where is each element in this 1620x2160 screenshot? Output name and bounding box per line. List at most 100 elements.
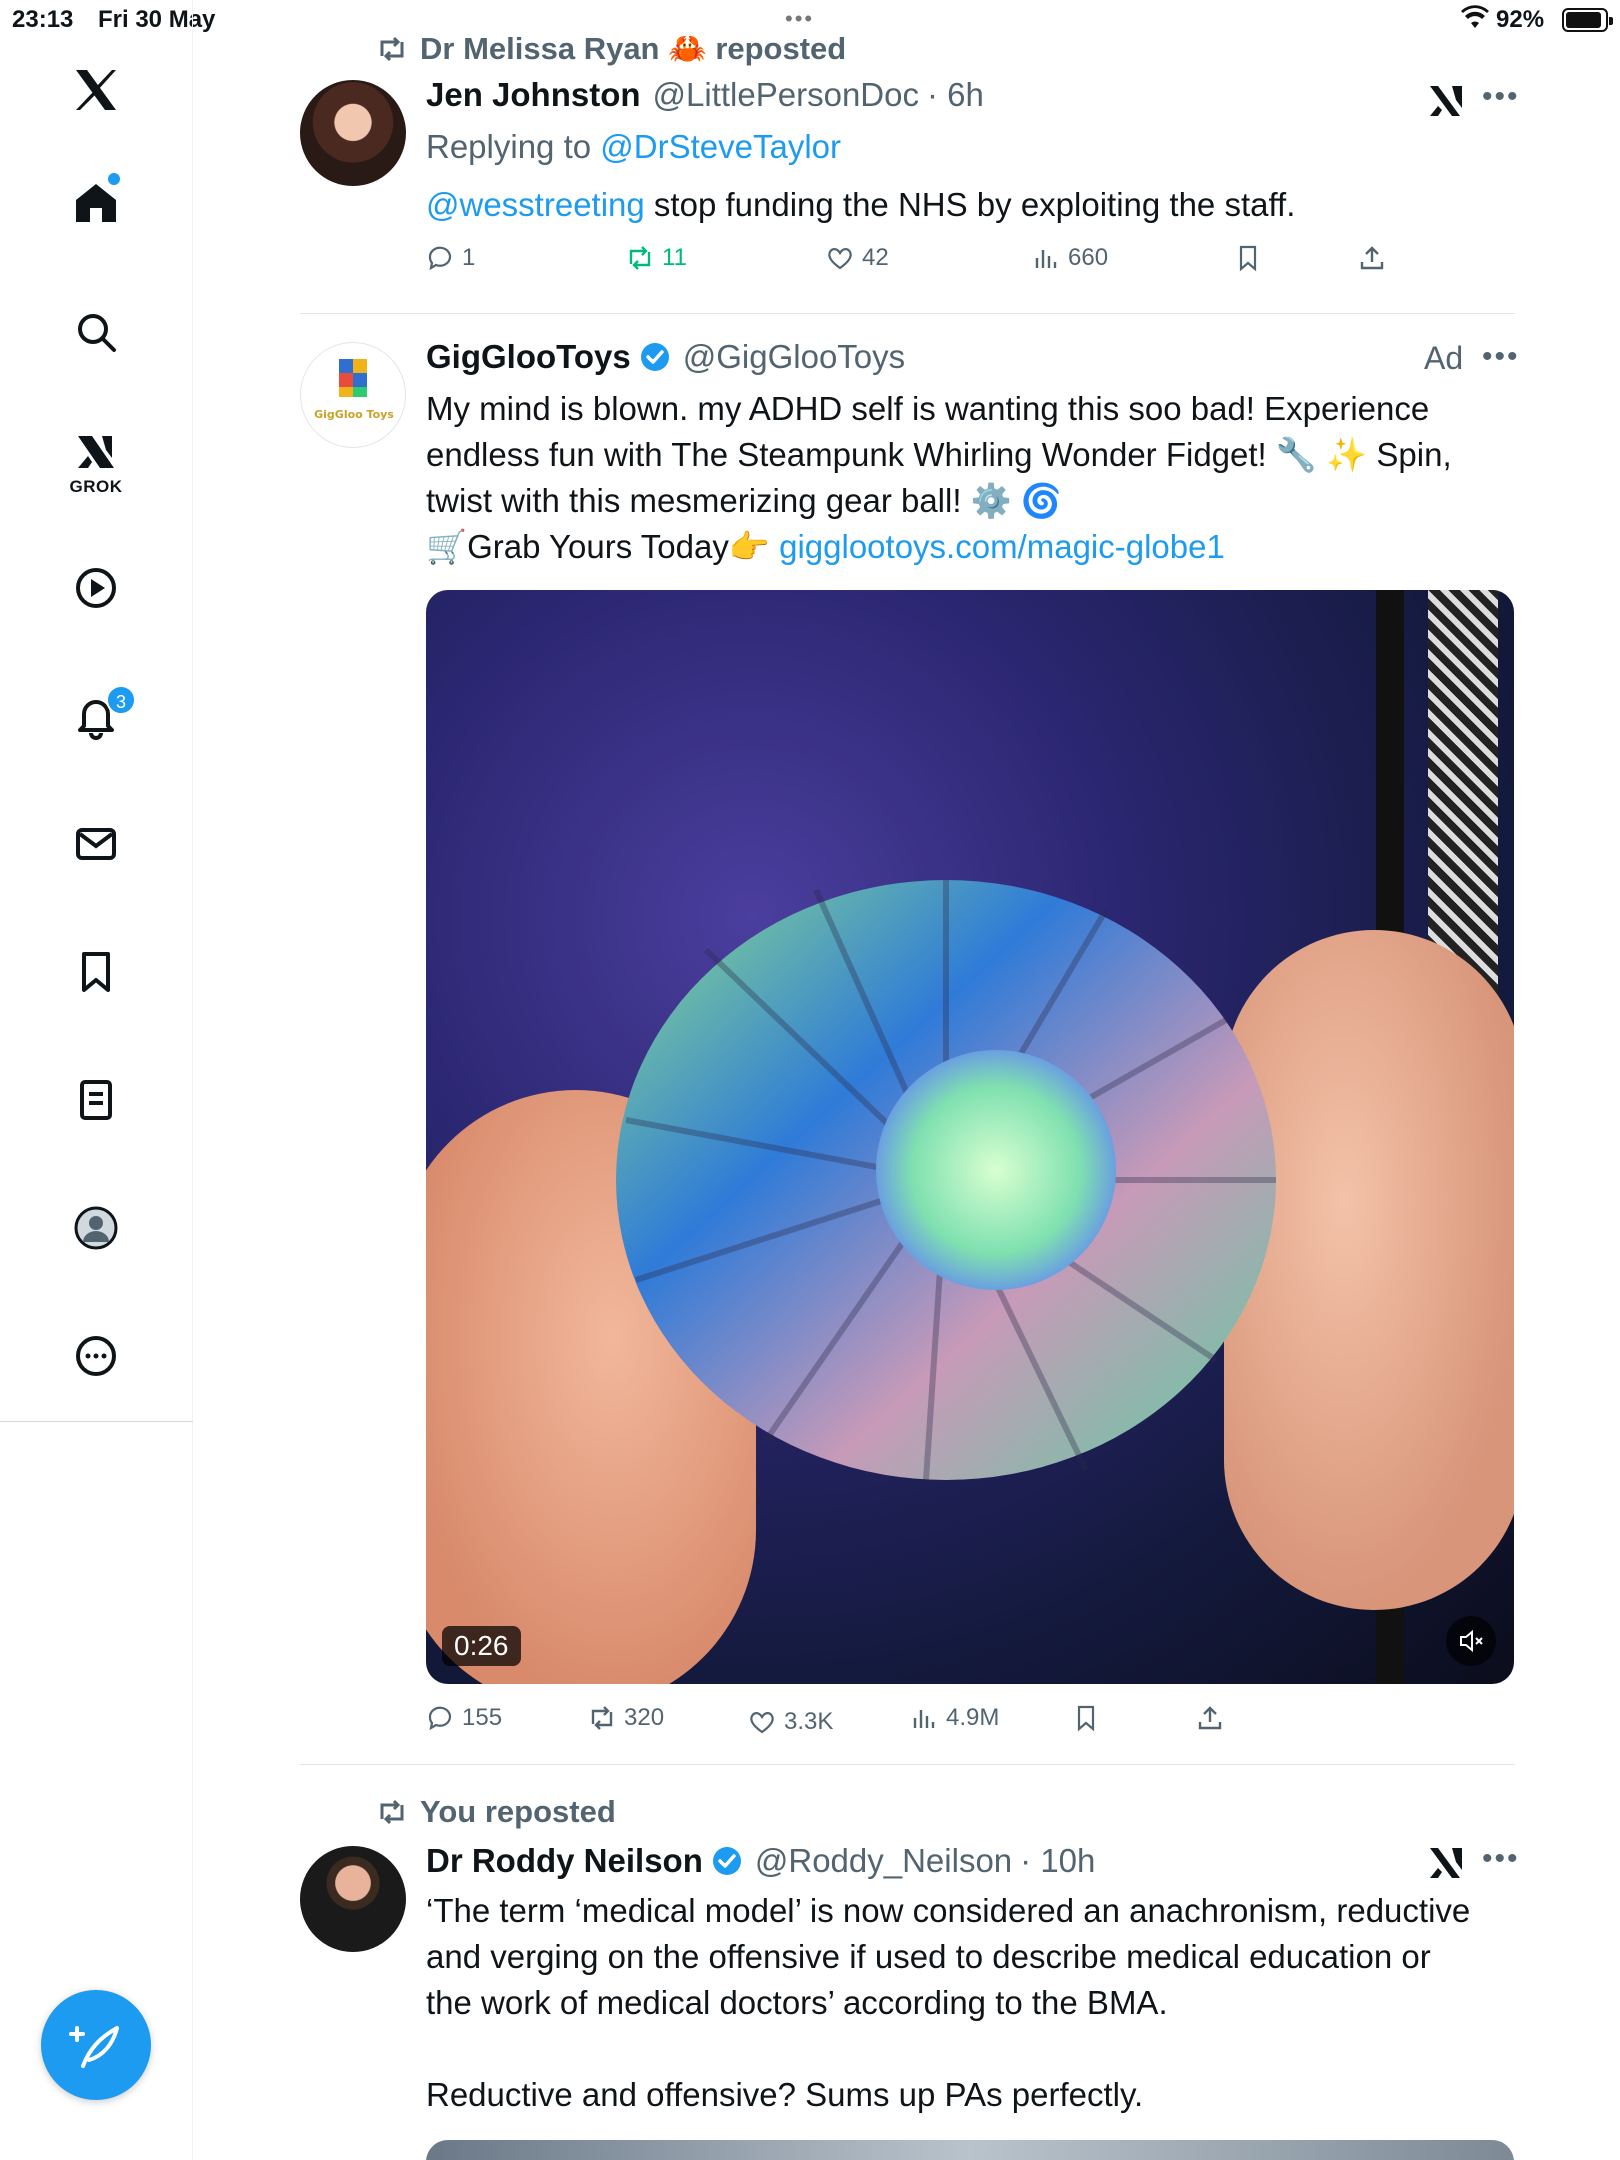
author-handle[interactable]: @Roddy_Neilson xyxy=(755,1842,1012,1880)
author-row: GigGlooToys @GigGlooToys xyxy=(426,338,905,376)
replying-prefix: Replying to xyxy=(426,128,592,165)
like-count: 3.3K xyxy=(784,1708,834,1735)
like-count: 42 xyxy=(862,244,889,271)
multitasking-dots-icon[interactable]: ••• xyxy=(785,6,814,32)
reply-count: 1 xyxy=(462,244,476,271)
repost-button[interactable]: 11 xyxy=(626,244,687,272)
x-logo-icon[interactable] xyxy=(64,58,128,122)
action-bar: 1 11 42 660 xyxy=(426,244,1426,284)
tweet-line: ‘The term ‘medical model’ is now conside… xyxy=(426,1892,1471,1929)
search-icon[interactable] xyxy=(64,300,128,364)
share-button[interactable] xyxy=(1196,1704,1224,1732)
tweet-line: Reductive and offensive? Sums up PAs per… xyxy=(426,2076,1144,2113)
more-options-icon[interactable]: ••• xyxy=(1482,80,1520,114)
video-icon[interactable] xyxy=(64,556,128,620)
repost-by-text: Dr Melissa Ryan 🦀 reposted xyxy=(420,31,847,66)
repost-by-text: You reposted xyxy=(420,1794,616,1829)
tweet-line: My mind is blown. my ADHD self is wantin… xyxy=(426,390,1430,427)
views-button[interactable]: 660 xyxy=(1032,244,1108,272)
home-unread-dot xyxy=(108,173,120,185)
tweet-text: @wesstreeting stop funding the NHS by ex… xyxy=(426,182,1295,228)
views-button[interactable]: 4.9M xyxy=(910,1704,999,1732)
post-time: · 10h xyxy=(1020,1842,1096,1879)
bookmark-button[interactable] xyxy=(1234,244,1262,272)
profile-icon[interactable] xyxy=(64,1196,128,1260)
sidebar-separator xyxy=(0,1421,193,1422)
bookmarks-icon[interactable] xyxy=(64,940,128,1004)
tweet-text: My mind is blown. my ADHD self is wantin… xyxy=(426,386,1516,570)
view-count: 660 xyxy=(1068,244,1109,271)
author-name[interactable]: Dr Roddy Neilson xyxy=(426,1842,703,1880)
wifi-icon xyxy=(1460,4,1490,37)
cta-text: 🛒Grab Yours Today👉 xyxy=(426,528,780,565)
author-row: Jen Johnston @LittlePersonDoc · 6h xyxy=(426,76,984,114)
messages-icon[interactable] xyxy=(64,812,128,876)
share-icon xyxy=(1198,1706,1222,1730)
mention-link[interactable]: @wesstreeting xyxy=(426,186,645,223)
lists-icon[interactable] xyxy=(64,1068,128,1132)
like-button[interactable]: 42 xyxy=(826,244,889,272)
author-handle[interactable]: @LittlePersonDoc xyxy=(653,76,919,114)
compose-post-button[interactable] xyxy=(41,1990,151,2100)
repost-header: Dr Melissa Ryan 🦀 reposted xyxy=(376,30,846,67)
tweet-line-cta: 🛒Grab Yours Today👉 gigglootoys.com/magic… xyxy=(426,524,1516,570)
avatar[interactable]: GigGloo Toys xyxy=(300,342,406,448)
repost-small-icon xyxy=(380,1799,404,1825)
tweet-divider xyxy=(300,313,1515,314)
reply-count: 155 xyxy=(462,1704,503,1731)
sidebar: GROK 3 xyxy=(0,0,193,2160)
author-row: Dr Roddy Neilson @Roddy_Neilson · 10h xyxy=(426,1842,1095,1880)
heart-icon xyxy=(750,1712,774,1734)
heart-icon xyxy=(828,248,852,270)
notification-badge: 3 xyxy=(106,685,136,715)
video-player[interactable]: 0:26 xyxy=(426,590,1514,1684)
repost-header: You reposted xyxy=(376,1794,616,1830)
video-duration: 0:26 xyxy=(442,1626,521,1666)
share-icon xyxy=(1360,246,1384,270)
repost-count: 320 xyxy=(624,1704,665,1731)
tweet-divider xyxy=(300,1764,1515,1765)
replying-to-handle[interactable]: @DrSteveTaylor xyxy=(600,128,841,165)
repost-icon xyxy=(591,1706,613,1730)
svg-text:GigGloo Toys: GigGloo Toys xyxy=(314,408,394,421)
action-bar: 155 320 3.3K 4.9M xyxy=(426,1704,1426,1744)
bookmark-icon xyxy=(1239,245,1257,272)
reply-icon xyxy=(428,246,452,271)
like-button[interactable]: 3.3K xyxy=(748,1708,833,1736)
gear-ball-image xyxy=(616,880,1276,1481)
mute-button[interactable] xyxy=(1446,1616,1496,1666)
views-icon xyxy=(913,1710,935,1728)
reply-button[interactable]: 155 xyxy=(426,1704,502,1732)
tweet-body: stop funding the NHS by exploiting the s… xyxy=(644,186,1296,223)
grok-explain-icon[interactable] xyxy=(1428,1846,1466,1880)
view-count: 4.9M xyxy=(946,1704,1000,1731)
more-icon[interactable] xyxy=(64,1324,128,1388)
grok-icon[interactable] xyxy=(64,420,128,484)
tweet-line: twist with this mesmerizing gear ball! ⚙… xyxy=(426,482,1063,519)
speaker-muted-icon xyxy=(1460,1629,1483,1653)
gigglootoys-logo-icon: GigGloo Toys xyxy=(314,359,394,421)
more-options-icon[interactable]: ••• xyxy=(1482,1842,1520,1876)
media-preview[interactable] xyxy=(426,2140,1514,2160)
grok-explain-icon[interactable] xyxy=(1428,84,1466,118)
author-name[interactable]: GigGlooToys xyxy=(426,338,631,376)
tweet-line: endless fun with The Steampunk Whirling … xyxy=(426,436,1452,473)
ad-link[interactable]: gigglootoys.com/magic-globe1 xyxy=(779,528,1225,565)
avatar[interactable] xyxy=(300,1846,406,1952)
post-time: · 6h xyxy=(926,76,984,113)
repost-button[interactable]: 320 xyxy=(588,1704,664,1732)
ad-label: Ad xyxy=(1424,340,1464,376)
reply-button[interactable]: 1 xyxy=(426,244,475,272)
avatar[interactable] xyxy=(300,80,406,186)
share-button[interactable] xyxy=(1358,244,1386,272)
author-handle[interactable]: @GigGlooToys xyxy=(683,338,905,376)
battery-percent: 92% xyxy=(1496,6,1545,33)
replying-to: Replying to @DrSteveTaylor xyxy=(426,124,841,170)
more-options-icon[interactable]: ••• xyxy=(1482,340,1520,374)
tweet-line: and verging on the offensive if used to … xyxy=(426,1938,1431,1975)
author-name[interactable]: Jen Johnston xyxy=(426,76,641,114)
bookmark-icon xyxy=(1077,1705,1095,1732)
bookmark-button[interactable] xyxy=(1072,1704,1100,1732)
repost-small-icon xyxy=(380,36,404,61)
grok-label: GROK xyxy=(69,477,123,496)
